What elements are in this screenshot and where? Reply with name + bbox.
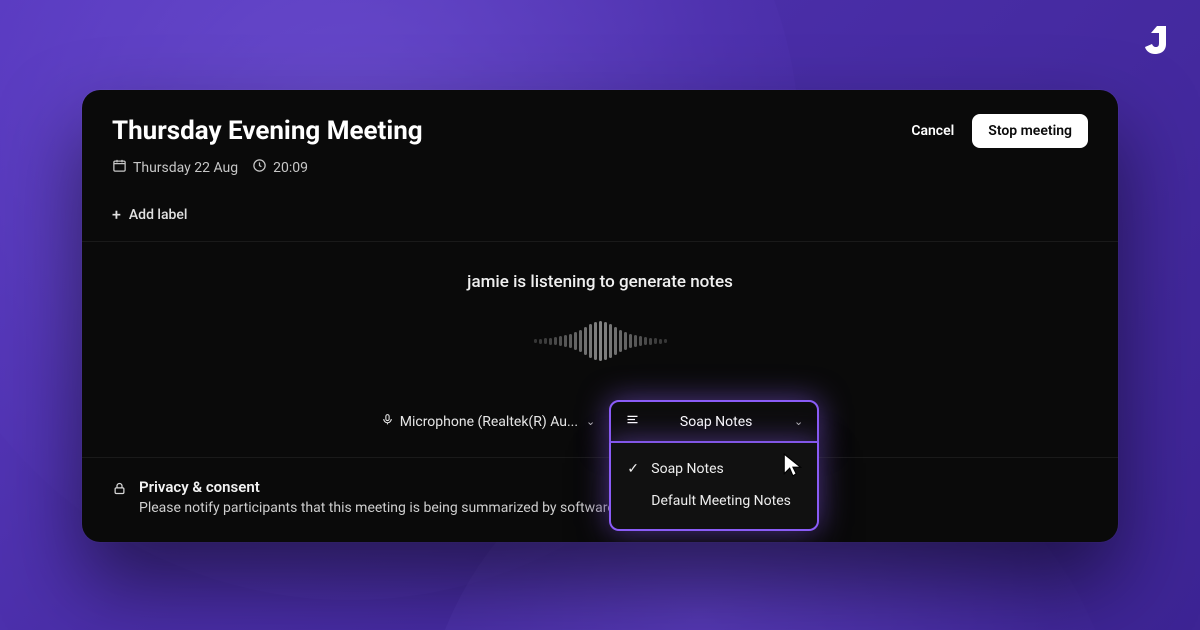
footer: Privacy & consent Please notify particip… xyxy=(82,457,1118,542)
calendar-icon xyxy=(112,158,127,177)
chevron-down-icon: ⌄ xyxy=(586,415,595,428)
dropdown-option-soap-notes[interactable]: ✓ Soap Notes xyxy=(611,453,817,485)
template-selector-wrap: Soap Notes ⌄ ✓ Soap Notes Default Meetin… xyxy=(609,400,819,443)
template-selected-label: Soap Notes xyxy=(650,414,782,430)
lock-icon xyxy=(112,478,127,500)
stop-meeting-button[interactable]: Stop meeting xyxy=(972,114,1088,148)
cancel-button[interactable]: Cancel xyxy=(911,123,954,139)
meeting-title: Thursday Evening Meeting xyxy=(112,116,423,146)
header-actions: Cancel Stop meeting xyxy=(911,114,1088,148)
template-selector[interactable]: Soap Notes ⌄ xyxy=(609,400,819,443)
title-row: Thursday Evening Meeting Cancel Stop mee… xyxy=(112,114,1088,148)
privacy-row: Privacy & consent Please notify particip… xyxy=(112,478,1088,516)
meeting-date: Thursday 22 Aug xyxy=(112,158,238,177)
meta-row: Thursday 22 Aug 20:09 xyxy=(112,158,1088,177)
check-icon: ✓ xyxy=(627,461,641,477)
brand-logo xyxy=(1134,22,1170,58)
main-area: jamie is listening to generate notes Mic… xyxy=(82,242,1118,443)
list-icon xyxy=(625,412,640,431)
meeting-time: 20:09 xyxy=(252,158,308,177)
controls-row: Microphone (Realtek(R) Au... ⌄ Soap Note… xyxy=(112,400,1088,443)
privacy-text: Privacy & consent Please notify particip… xyxy=(139,478,673,516)
privacy-title: Privacy & consent xyxy=(139,478,673,496)
dropdown-option-default-notes[interactable]: Default Meeting Notes xyxy=(611,485,817,517)
microphone-selector[interactable]: Microphone (Realtek(R) Au... ⌄ xyxy=(381,413,596,430)
app-window: Thursday Evening Meeting Cancel Stop mee… xyxy=(82,90,1118,542)
audio-waveform xyxy=(112,320,1088,362)
option-label: Soap Notes xyxy=(651,461,723,477)
listening-status: jamie is listening to generate notes xyxy=(112,272,1088,292)
add-label-text: Add label xyxy=(129,207,188,223)
chevron-down-icon: ⌄ xyxy=(794,415,803,428)
date-text: Thursday 22 Aug xyxy=(133,160,238,176)
privacy-body: Please notify participants that this mee… xyxy=(139,500,673,516)
time-text: 20:09 xyxy=(273,160,308,176)
template-dropdown: ✓ Soap Notes Default Meeting Notes xyxy=(609,443,819,531)
microphone-label: Microphone (Realtek(R) Au... xyxy=(400,414,578,430)
option-label: Default Meeting Notes xyxy=(651,493,791,509)
header: Thursday Evening Meeting Cancel Stop mee… xyxy=(82,90,1118,242)
plus-icon: + xyxy=(112,207,121,223)
add-label-button[interactable]: + Add label xyxy=(112,207,1088,241)
microphone-icon xyxy=(381,413,394,430)
clock-icon xyxy=(252,158,267,177)
